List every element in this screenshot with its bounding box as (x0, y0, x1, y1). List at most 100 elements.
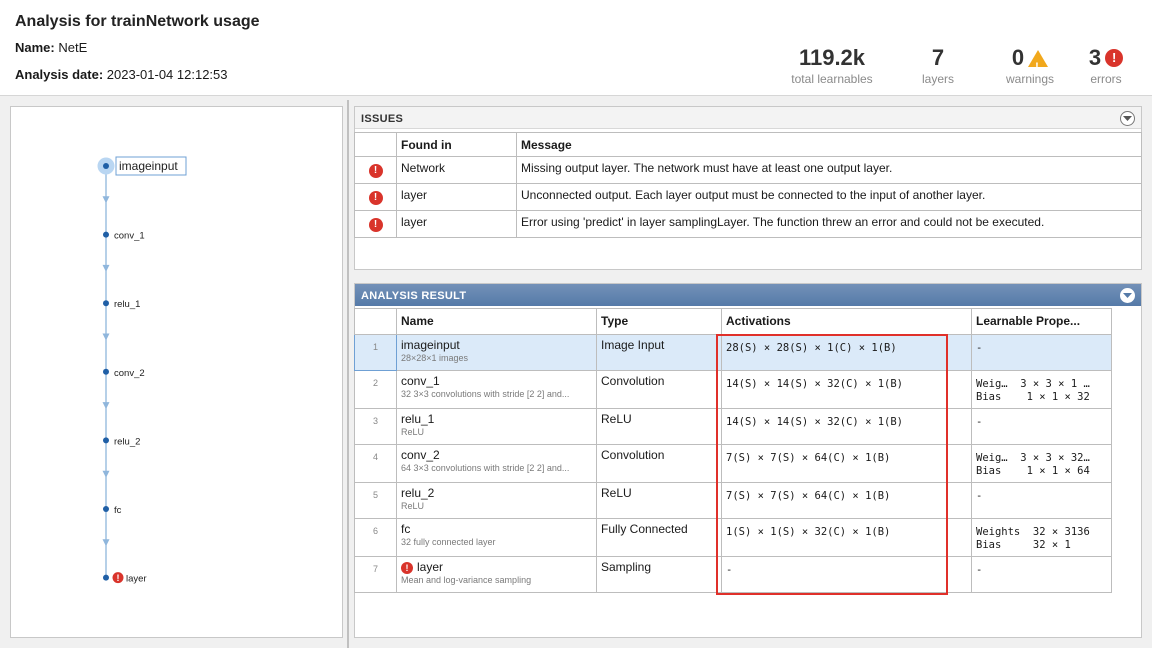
layer-learnables: - (971, 482, 1112, 519)
graph-node-conv-1[interactable]: conv_1 (103, 231, 145, 242)
layer-description: Mean and log-variance sampling (401, 575, 532, 585)
name-column-header[interactable]: Name (396, 308, 597, 335)
node-dot (103, 437, 109, 444)
learnable-line: Weig… 3 × 3 × 32… (976, 452, 1090, 464)
collapse-result-button[interactable] (1120, 288, 1135, 303)
error-icon: ! (401, 561, 413, 574)
layer-name-cell: relu_1 ReLU (396, 408, 597, 445)
collapse-issues-button[interactable] (1120, 111, 1135, 126)
network-graph-panel[interactable]: imageinput conv_1 relu_1 conv_2 relu_2 fc! lay… (10, 106, 343, 638)
table-row[interactable]: 4 conv_2 64 3×3 convolutions with stride … (354, 444, 1112, 483)
found-in-column-header[interactable]: Found in (396, 132, 517, 157)
learnable-line: Bias 32 × 1 (976, 539, 1071, 551)
issue-found-in: layer (396, 183, 517, 211)
learnable-line: Bias 1 × 1 × 64 (976, 465, 1090, 477)
layer-name-cell: fc 32 fully connected layer (396, 518, 597, 557)
table-row[interactable]: 1 imageinput 28×28×1 images Image Input 2… (354, 334, 1112, 371)
layer-learnables: - (971, 334, 1112, 371)
layer-type: Sampling (596, 556, 722, 593)
analysis-date: Analysis date: 2023-01-04 12:12:53 (15, 67, 228, 82)
stat-errors: 3! errors (1082, 44, 1130, 86)
learnable-column-header[interactable]: Learnable Prope... (971, 308, 1112, 335)
icon-column-header[interactable] (354, 132, 397, 157)
learnable-line: - (976, 564, 983, 576)
table-row[interactable]: 7 ! layer Mean and log-variance sampling S… (354, 556, 1112, 593)
issue-row[interactable]: ! Network Missing output layer. The netw… (354, 156, 1142, 184)
issue-message: Error using 'predict' in layer samplingL… (516, 210, 1142, 238)
network-analyzer-window: Analysis for trainNetwork usage Name: Ne… (0, 0, 1152, 648)
analysis-result-header[interactable]: ANALYSIS RESULT (355, 284, 1141, 306)
table-row[interactable]: 5 relu_2 ReLU ReLU 7(S) × 7(S) × 64(C) × … (354, 482, 1112, 519)
node-dot (103, 574, 109, 581)
learnable-line: Weig… 3 × 3 × 1 … (976, 378, 1090, 390)
table-row[interactable]: 2 conv_1 32 3×3 convolutions with stride … (354, 370, 1112, 409)
layer-type: Image Input (596, 334, 722, 371)
graph-edge-arrow (102, 539, 110, 547)
layer-activations: 14(S) × 14(S) × 32(C) × 1(B) (721, 370, 972, 409)
layer-activations: 1(S) × 1(S) × 32(C) × 1(B) (721, 518, 972, 557)
layer-description: 64 3×3 convolutions with stride [2 2] an… (401, 463, 570, 473)
node-dot (103, 231, 109, 238)
issue-row[interactable]: ! layer Error using 'predict' in layer s… (354, 210, 1142, 238)
layer-name-cell: conv_1 32 3×3 convolutions with stride [2… (396, 370, 597, 409)
layer-type: Convolution (596, 370, 722, 409)
layer-activations: 14(S) × 14(S) × 32(C) × 1(B) (721, 408, 972, 445)
node-label: relu_1 (114, 299, 140, 310)
graph-edge-arrow (102, 196, 110, 204)
analysis-result-title: ANALYSIS RESULT (361, 290, 467, 302)
layer-name: relu_2 (401, 486, 435, 500)
index-column-header[interactable] (354, 308, 397, 335)
learnable-line: Bias 1 × 1 × 32 (976, 391, 1090, 403)
message-column-header[interactable]: Message (516, 132, 1142, 157)
graph-node-layer[interactable]: ! layer (103, 572, 147, 585)
table-row[interactable]: 6 fc 32 fully connected layer Fully Conne… (354, 518, 1112, 557)
layer-description: 32 fully connected layer (401, 537, 496, 547)
graph-node-relu-1[interactable]: relu_1 (103, 299, 140, 310)
network-graph[interactable]: imageinput conv_1 relu_1 conv_2 relu_2fc! lay… (11, 107, 342, 637)
graph-node-imageinput[interactable]: imageinput (97, 156, 187, 176)
issue-found-in: Network (396, 156, 517, 184)
node-dot (103, 163, 109, 169)
graph-node-conv-2[interactable]: conv_2 (103, 368, 145, 379)
stat-learnables: 119.2k total learnables (786, 44, 878, 86)
layer-name: relu_1 (401, 412, 435, 426)
layer-learnables: - (971, 556, 1112, 593)
network-name: Name: NetE (15, 40, 87, 55)
learnables-caption: total learnables (791, 72, 873, 86)
layer-learnables: - (971, 408, 1112, 445)
layer-type: ReLU (596, 482, 722, 519)
issue-row[interactable]: ! layer Unconnected output. Each layer o… (354, 183, 1142, 211)
table-row[interactable]: 3 relu_1 ReLU ReLU 14(S) × 14(S) × 32(C) … (354, 408, 1112, 445)
layer-name: conv_2 (401, 448, 440, 462)
row-index: 2 (354, 370, 397, 409)
issues-title: ISSUES (361, 113, 404, 125)
layer-description: 28×28×1 images (401, 353, 469, 363)
row-index: 4 (354, 444, 397, 483)
row-index: 7 (354, 556, 397, 593)
name-label: Name: (15, 40, 55, 55)
graph-node-relu-2[interactable]: relu_2 (103, 436, 140, 447)
node-dot (103, 300, 109, 307)
panel-splitter[interactable] (347, 100, 349, 648)
learnable-line: - (976, 342, 983, 354)
date-value: 2023-01-04 12:12:53 (106, 67, 228, 82)
learnables-count: 119.2k (798, 45, 866, 70)
activations-column-header[interactable]: Activations (721, 308, 972, 335)
issue-message: Missing output layer. The network must h… (516, 156, 1142, 184)
errors-caption: errors (1090, 72, 1122, 86)
errors-count: 3 (1088, 45, 1102, 70)
layer-name: imageinput (401, 338, 460, 352)
chevron-down-icon (1123, 115, 1132, 121)
layers-count: 7 (931, 45, 945, 70)
layers-table: Name Type Activations Learnable Prope...… (354, 308, 1112, 593)
learnable-line: - (976, 490, 983, 502)
layer-learnables: Weights 32 × 3136 Bias 32 × 1 (971, 518, 1112, 557)
layer-name: conv_1 (401, 374, 440, 388)
row-index: 6 (354, 518, 397, 557)
issue-icon-cell: ! (354, 183, 397, 211)
issues-header[interactable]: ISSUES (355, 107, 1141, 129)
graph-edge-arrow (102, 470, 110, 478)
type-column-header[interactable]: Type (596, 308, 722, 335)
layer-name-cell: conv_2 64 3×3 convolutions with stride [2… (396, 444, 597, 483)
layer-name-cell: imageinput 28×28×1 images (396, 334, 597, 371)
